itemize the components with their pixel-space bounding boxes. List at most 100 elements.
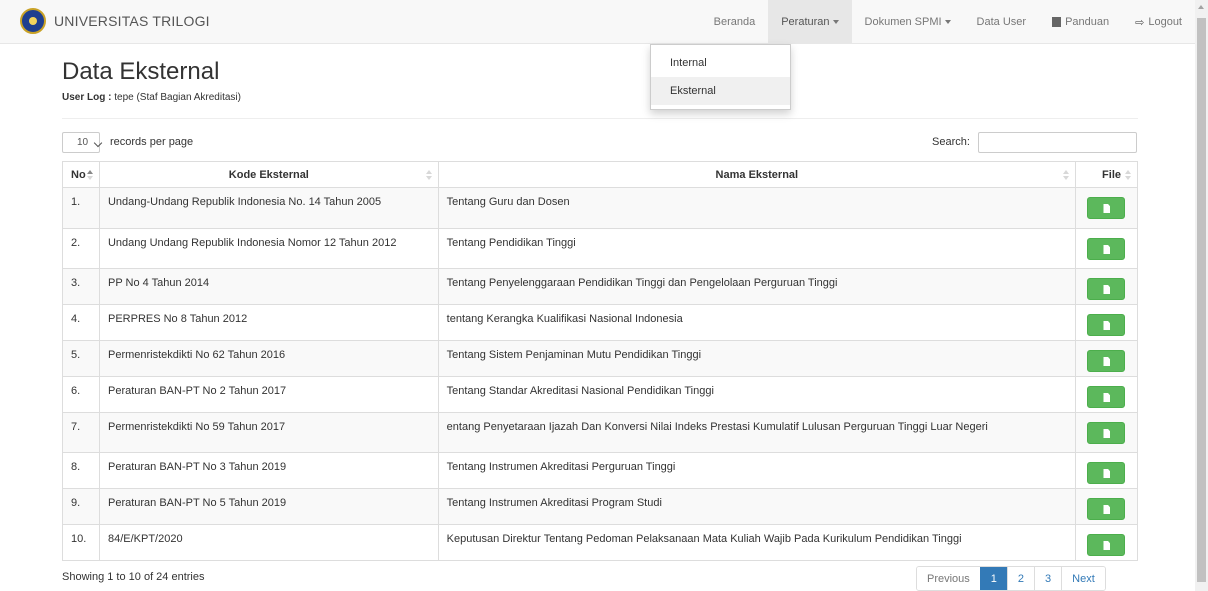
table-row: 10. 84/E/KPT/2020 Keputusan Direktur Ten… [62, 524, 1139, 561]
book-icon [1052, 17, 1062, 27]
table-header-row: No Kode Eksternal Nama Eksternal File [62, 161, 1139, 188]
pagination-previous[interactable]: Previous [917, 567, 980, 590]
cell-no: 7. [62, 412, 100, 453]
cell-no: 4. [62, 304, 100, 341]
cell-no: 8. [62, 452, 100, 489]
nav-data-user-label: Data User [976, 16, 1027, 28]
cell-file [1074, 268, 1139, 305]
file-download-button[interactable] [1087, 498, 1126, 520]
cell-kode: Peraturan BAN-PT No 5 Tahun 2019 [98, 488, 439, 525]
pagination-next[interactable]: Next [1061, 567, 1105, 590]
cell-kode: 84/E/KPT/2020 [98, 524, 439, 561]
file-download-button[interactable] [1087, 314, 1126, 336]
nav-dokumen-spmi[interactable]: Dokumen SPMI [852, 0, 964, 44]
file-download-button[interactable] [1087, 386, 1126, 408]
table-info: Showing 1 to 10 of 24 entries [62, 571, 205, 583]
sort-asc-icon [86, 170, 93, 180]
divider [62, 118, 1138, 119]
cell-no: 6. [62, 376, 100, 413]
cell-nama: Tentang Guru dan Dosen [437, 187, 1076, 229]
cell-kode: PERPRES No 8 Tahun 2012 [98, 304, 439, 341]
table-row: 8. Peraturan BAN-PT No 3 Tahun 2019 Tent… [62, 452, 1139, 489]
header-no[interactable]: No [62, 161, 100, 188]
table-row: 9. Peraturan BAN-PT No 5 Tahun 2019 Tent… [62, 488, 1139, 525]
sort-icon [1062, 170, 1069, 180]
cell-no: 9. [62, 488, 100, 525]
cell-nama: Tentang Pendidikan Tinggi [437, 228, 1076, 269]
navbar: UNIVERSITAS TRILOGI Beranda Peraturan Do… [0, 0, 1195, 44]
cell-nama: Tentang Instrumen Akreditasi Perguruan T… [437, 452, 1076, 489]
cell-kode: Permenristekdikti No 59 Tahun 2017 [98, 412, 439, 453]
pagination-page-1[interactable]: 1 [979, 567, 1007, 590]
table-row: 4. PERPRES No 8 Tahun 2012 tentang Keran… [62, 304, 1139, 341]
cell-kode: PP No 4 Tahun 2014 [98, 268, 439, 305]
nav-data-user[interactable]: Data User [964, 0, 1040, 44]
brand[interactable]: UNIVERSITAS TRILOGI [20, 8, 210, 34]
file-download-button[interactable] [1087, 278, 1126, 300]
file-download-button[interactable] [1087, 197, 1126, 219]
cell-nama: Keputusan Direktur Tentang Pedoman Pelak… [437, 524, 1076, 561]
header-nama[interactable]: Nama Eksternal [437, 161, 1076, 188]
table-row: 6. Peraturan BAN-PT No 2 Tahun 2017 Tent… [62, 376, 1139, 413]
pagination-page-2[interactable]: 2 [1006, 567, 1035, 590]
cell-kode: Undang Undang Republik Indonesia Nomor 1… [98, 228, 439, 269]
nav-beranda[interactable]: Beranda [701, 0, 769, 44]
main-nav: Beranda Peraturan Dokumen SPMI Data User… [701, 0, 1195, 44]
sort-icon [1125, 170, 1131, 180]
dropdown-item-eksternal[interactable]: Eksternal [651, 77, 790, 105]
cell-kode: Peraturan BAN-PT No 3 Tahun 2019 [98, 452, 439, 489]
header-kode-label: Kode Eksternal [228, 168, 309, 181]
scroll-up-arrow-icon[interactable] [1198, 5, 1204, 9]
cell-no: 2. [62, 228, 100, 269]
cell-file [1074, 488, 1139, 525]
cell-kode: Permenristekdikti No 62 Tahun 2016 [98, 340, 439, 377]
cell-nama: Tentang Instrumen Akreditasi Program Stu… [437, 488, 1076, 525]
file-download-button[interactable] [1087, 238, 1126, 260]
cell-kode: Peraturan BAN-PT No 2 Tahun 2017 [98, 376, 439, 413]
cell-file [1074, 524, 1139, 561]
cell-nama: Tentang Standar Akreditasi Nasional Pend… [437, 376, 1076, 413]
dropdown-item-internal[interactable]: Internal [651, 49, 790, 77]
file-download-button[interactable] [1087, 462, 1126, 484]
cell-no: 5. [62, 340, 100, 377]
vertical-scrollbar[interactable] [1195, 0, 1208, 591]
cell-file [1074, 228, 1139, 269]
cell-file [1074, 376, 1139, 413]
nav-panduan[interactable]: Panduan [1039, 0, 1122, 44]
scrollbar-thumb[interactable] [1197, 18, 1206, 582]
cell-file [1074, 452, 1139, 489]
file-download-button[interactable] [1087, 534, 1126, 556]
peraturan-dropdown-menu: Internal Eksternal [650, 44, 791, 110]
cell-no: 3. [62, 268, 100, 305]
nav-peraturan-label: Peraturan [781, 16, 830, 28]
header-file-label: File [1102, 168, 1121, 181]
cell-file [1074, 304, 1139, 341]
cell-no: 10. [62, 524, 100, 561]
user-log: User Log : tepe (Staf Bagian Akreditasi) [62, 92, 241, 103]
cell-nama: Tentang Sistem Penjaminan Mutu Pendidika… [437, 340, 1076, 377]
table-row: 2. Undang Undang Republik Indonesia Nomo… [62, 228, 1139, 269]
pagination-page-3[interactable]: 3 [1034, 567, 1062, 590]
records-per-page-label: records per page [110, 136, 194, 148]
search-input[interactable] [978, 132, 1137, 153]
brand-name: UNIVERSITAS TRILOGI [54, 13, 210, 29]
eksternal-table: No Kode Eksternal Nama Eksternal File 1.… [62, 161, 1139, 561]
table-row: 1. Undang-Undang Republik Indonesia No. … [62, 187, 1139, 229]
file-download-button[interactable] [1087, 422, 1126, 444]
header-kode[interactable]: Kode Eksternal [98, 161, 439, 188]
header-file[interactable]: File [1074, 161, 1139, 188]
nav-peraturan[interactable]: Peraturan [768, 0, 852, 44]
table-row: 7. Permenristekdikti No 59 Tahun 2017 en… [62, 412, 1139, 453]
pagination: Previous 1 2 3 Next [916, 566, 1106, 591]
cell-nama: tentang Kerangka Kualifikasi Nasional In… [437, 304, 1076, 341]
cell-nama: Tentang Penyelenggaraan Pendidikan Tingg… [437, 268, 1076, 305]
header-no-label: No [71, 168, 86, 181]
file-download-button[interactable] [1087, 350, 1126, 372]
header-nama-label: Nama Eksternal [715, 168, 799, 181]
caret-down-icon [944, 20, 951, 24]
cell-file [1074, 187, 1139, 229]
logout-icon: ⇨ [1135, 16, 1145, 29]
nav-logout[interactable]: ⇨ Logout [1122, 0, 1195, 44]
table-row: 3. PP No 4 Tahun 2014 Tentang Penyelengg… [62, 268, 1139, 305]
cell-file [1074, 412, 1139, 453]
